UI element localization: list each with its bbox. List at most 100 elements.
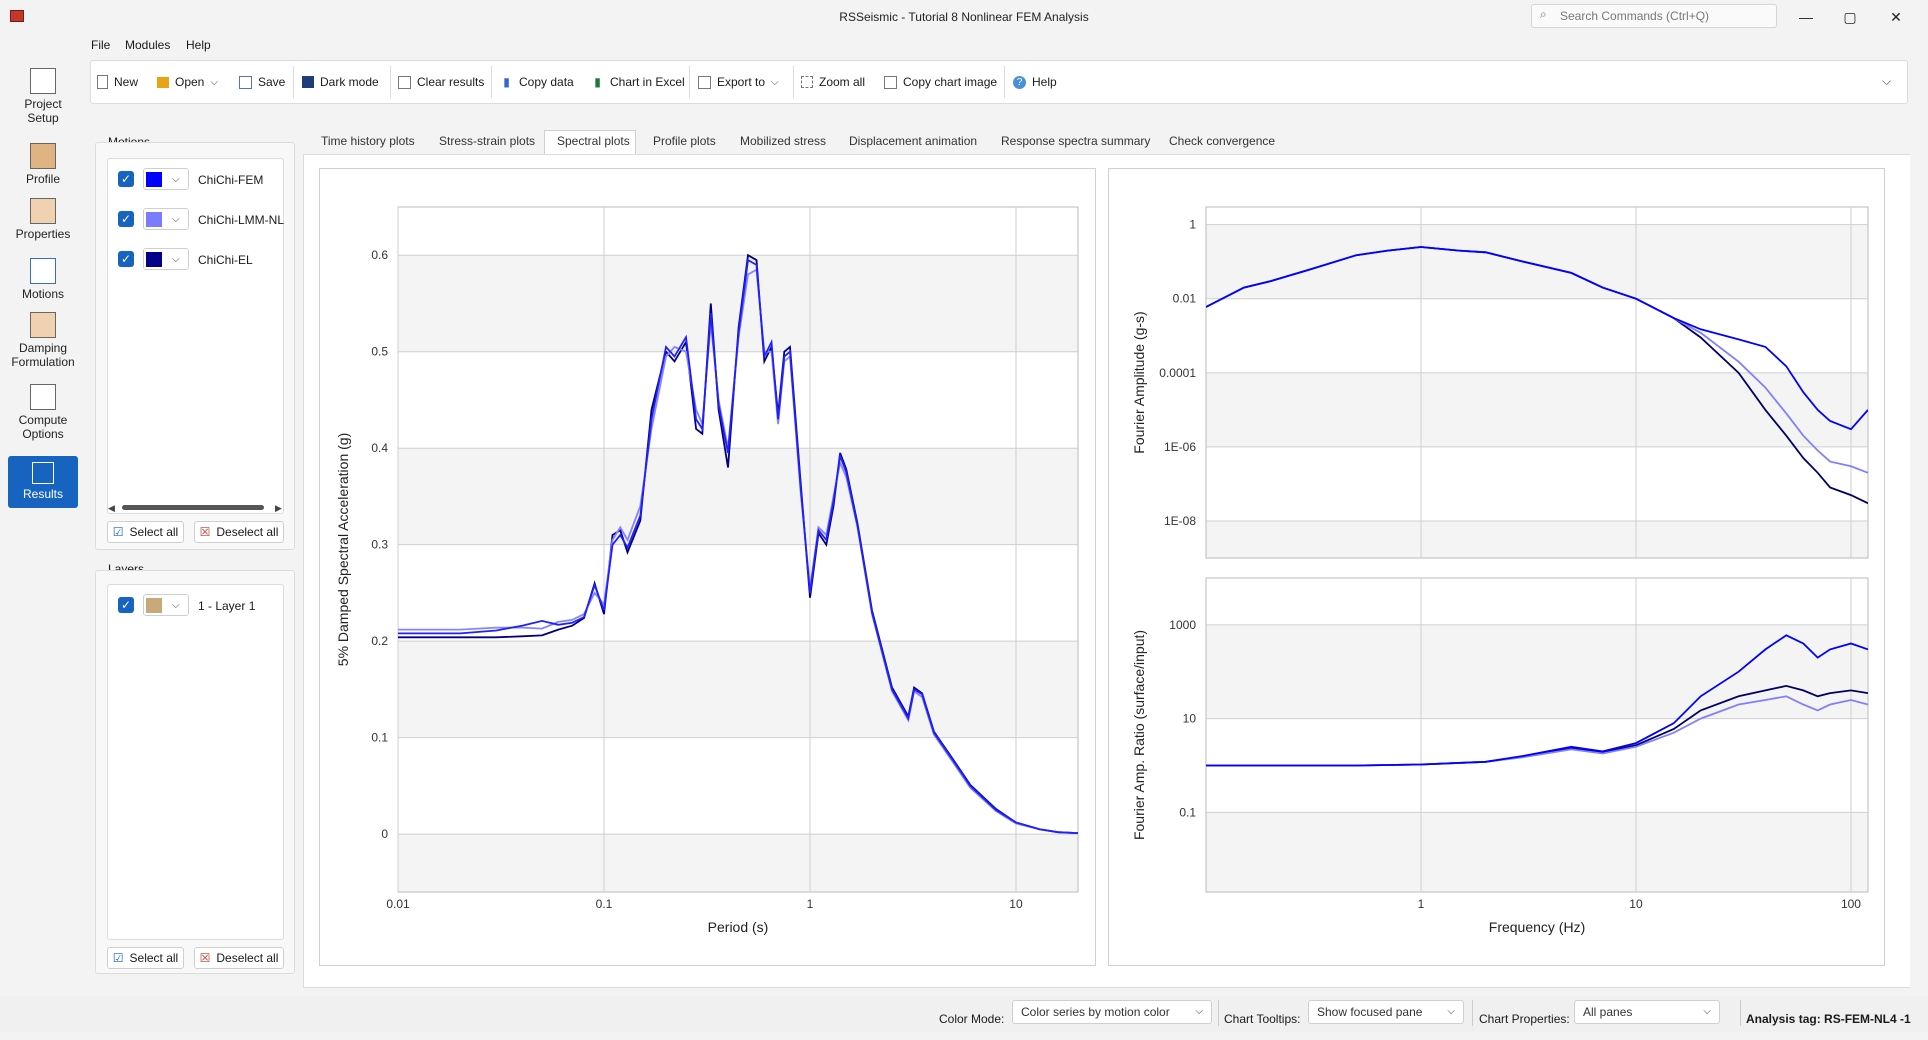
clear-results-icon xyxy=(398,75,411,89)
help-button[interactable]: ? Help xyxy=(1013,60,1057,104)
chevron-down-icon: ⌵ xyxy=(1195,1006,1203,1017)
chevron-down-icon: ⌵ xyxy=(1447,1006,1455,1017)
copy-image-icon xyxy=(884,75,897,89)
export-to-button[interactable]: Export to ⌵ xyxy=(698,60,779,104)
tab-profile-plots[interactable]: Profile plots xyxy=(653,134,716,156)
plot-band xyxy=(1206,224,1868,299)
chart-properties-select[interactable]: All panes ⌵ xyxy=(1574,1000,1720,1024)
chevron-down-icon: ⌵ xyxy=(172,254,180,265)
ribbon-separator xyxy=(293,66,294,98)
y-axis-label: Fourier Amp. Ratio (surface/input) xyxy=(1131,630,1147,840)
layers-select-all-button[interactable]: ☑ Select all xyxy=(107,947,184,969)
tab-spectral-plots[interactable]: Spectral plots xyxy=(557,134,630,156)
scroll-left-icon[interactable]: ◀ xyxy=(108,503,115,514)
scroll-right-icon[interactable]: ▶ xyxy=(275,503,282,514)
nav-damping-formulation[interactable]: Damping Formulation xyxy=(8,312,78,369)
tab-displacement-animation[interactable]: Displacement animation xyxy=(849,134,977,156)
x-axis-label: Frequency (Hz) xyxy=(1489,919,1585,935)
chart-icon: ▮ xyxy=(594,74,601,89)
motion-label: ChiChi-FEM xyxy=(198,173,264,187)
chevron-down-icon: ⌵ xyxy=(172,174,180,185)
vertical-scrollbar[interactable] xyxy=(1910,154,1918,988)
tab-mobilized-stress[interactable]: Mobilized stress xyxy=(740,134,826,156)
y-tick-label: 0.6 xyxy=(371,248,388,262)
y-tick-label: 0.0001 xyxy=(1159,366,1196,380)
search-icon: ⌕ xyxy=(1540,7,1547,21)
y-tick-label: 0.4 xyxy=(371,441,388,455)
x-tick-label: 0.1 xyxy=(596,897,613,911)
nav-profile[interactable]: Profile xyxy=(8,143,78,186)
motion-color-swatch xyxy=(146,212,162,227)
calculator-icon xyxy=(30,384,56,410)
motion-checkbox[interactable]: ✓ xyxy=(118,171,134,187)
save-button[interactable]: Save xyxy=(239,60,285,104)
y-axis-label: 5% Damped Spectral Acceleration (g) xyxy=(335,433,351,666)
color-mode-select[interactable]: Color series by motion color ⌵ xyxy=(1012,1000,1212,1024)
status-separator xyxy=(1472,1000,1473,1026)
close-button[interactable]: ✕ xyxy=(1876,6,1916,28)
menu-file[interactable]: File xyxy=(91,38,110,52)
minimize-button[interactable]: — xyxy=(1786,6,1826,28)
clear-results-button[interactable]: Clear results xyxy=(398,60,484,104)
x-axis-label: Period (s) xyxy=(708,919,769,935)
nav-compute-options[interactable]: Compute Options xyxy=(8,384,78,441)
menu-modules[interactable]: Modules xyxy=(125,38,170,52)
motion-checkbox[interactable]: ✓ xyxy=(118,251,134,267)
ribbon-separator xyxy=(491,66,492,98)
y-tick-label: 10 xyxy=(1183,712,1197,726)
status-separator xyxy=(1218,1000,1219,1026)
maximize-button[interactable]: ▢ xyxy=(1830,6,1870,28)
chart-in-excel-button[interactable]: ▮ Chart in Excel xyxy=(591,60,685,104)
motion-checkbox[interactable]: ✓ xyxy=(118,211,134,227)
motions-deselect-all-button[interactable]: ☒ Deselect all xyxy=(194,521,284,543)
motion-color-swatch xyxy=(146,252,162,267)
open-button[interactable]: Open ⌵ xyxy=(157,60,218,104)
chevron-down-icon: ⌵ xyxy=(1703,1006,1711,1017)
x-tick-label: 0.01 xyxy=(386,897,410,911)
x-tick-label: 1 xyxy=(1418,897,1425,911)
plot-band xyxy=(1206,372,1868,447)
help-icon: ? xyxy=(1013,75,1026,89)
motions-select-all-button[interactable]: ☑ Select all xyxy=(107,521,184,543)
spectral-acceleration-chart-frame: 0.01 0.1 1 10 0 0.1 0.2 0.3 0.4 0.5 0.6 Period (s) 5… xyxy=(319,168,1096,966)
spectral-acceleration-chart[interactable]: 0.01 0.1 1 10 0 0.1 0.2 0.3 0.4 0.5 0.6 Period (s) 5… xyxy=(320,169,1095,965)
copy-data-button[interactable]: ▮ Copy data xyxy=(500,60,574,104)
y-tick-label: 1E-06 xyxy=(1164,440,1196,454)
fourier-charts[interactable]: 1 0.01 0.0001 1E-06 1E-08 Fourier Amplitude (… xyxy=(1109,169,1884,965)
fourier-charts-frame: 1 0.01 0.0001 1E-06 1E-08 Fourier Amplitude (… xyxy=(1108,168,1885,966)
tab-check-convergence[interactable]: Check convergence xyxy=(1169,134,1275,156)
menu-help[interactable]: Help xyxy=(186,38,211,52)
select-all-icon: ☑ xyxy=(112,951,124,965)
profile-icon xyxy=(30,143,56,169)
ribbon-separator xyxy=(793,66,794,98)
x-tick-label: 10 xyxy=(1009,897,1023,911)
tab-response-spectra-summary[interactable]: Response spectra summary xyxy=(1001,134,1150,156)
horizontal-scrollbar[interactable] xyxy=(122,505,264,510)
nav-project-setup[interactable]: Project Setup xyxy=(8,68,78,125)
analysis-tag: Analysis tag: RS-FEM-NL4 -1 xyxy=(1746,1012,1911,1026)
tab-time-history-plots[interactable]: Time history plots xyxy=(321,134,415,156)
ribbon-collapse-chevron-icon[interactable]: ⌵ xyxy=(1882,74,1891,89)
motion-label: ChiChi-EL xyxy=(198,253,253,267)
layers-deselect-all-button[interactable]: ☒ Deselect all xyxy=(194,947,284,969)
nav-motions[interactable]: Motions xyxy=(8,258,78,301)
chevron-down-icon: ⌵ xyxy=(172,600,180,611)
chart-tooltips-select[interactable]: Show focused pane ⌵ xyxy=(1308,1000,1464,1024)
motion-label: ChiChi-LMM-NL xyxy=(198,213,284,227)
copy-chart-image-button[interactable]: Copy chart image xyxy=(884,60,997,104)
copy-data-icon: ▮ xyxy=(503,74,510,89)
y-tick-label: 0.1 xyxy=(371,731,388,745)
new-button[interactable]: New xyxy=(97,60,138,104)
tab-stress-strain-plots[interactable]: Stress-strain plots xyxy=(439,134,535,156)
ribbon-separator xyxy=(689,66,690,98)
plot-band xyxy=(1206,624,1868,719)
nav-properties[interactable]: Properties xyxy=(8,198,78,241)
color-mode-label: Color Mode: xyxy=(939,1012,1005,1026)
chart-properties-label: Chart Properties: xyxy=(1479,1012,1570,1026)
zoom-all-button[interactable]: Zoom all xyxy=(801,60,865,104)
chevron-down-icon: ⌵ xyxy=(771,76,779,88)
nav-results[interactable]: Results xyxy=(8,456,78,508)
project-setup-icon xyxy=(30,68,56,94)
layer-checkbox[interactable]: ✓ xyxy=(118,597,134,613)
dark-mode-button[interactable]: Dark mode xyxy=(302,60,379,104)
